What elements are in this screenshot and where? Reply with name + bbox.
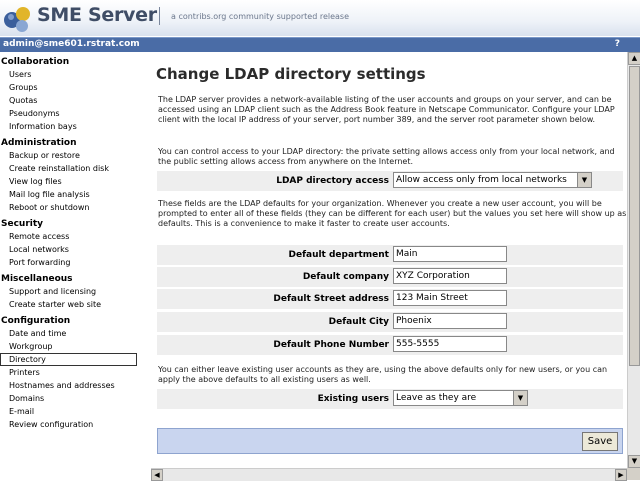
sidebar-item-information-bays[interactable]: Information bays (0, 120, 140, 133)
sidebar-item-view-log-files[interactable]: View log files (0, 175, 140, 188)
city-input[interactable] (393, 313, 507, 329)
sidebar-item-directory[interactable]: Directory (0, 353, 137, 366)
ldap-access-label: LDAP directory access (276, 176, 389, 186)
company-label: Default company (302, 272, 389, 282)
sidebar-item-domains[interactable]: Domains (0, 392, 140, 405)
sidebar-item-date-and-time[interactable]: Date and time (0, 327, 140, 340)
ldap-access-select[interactable]: Allow access only from local networks ▼ (393, 172, 592, 188)
department-row: Default department (157, 245, 623, 265)
sidebar-item-mail-log-file-analysis[interactable]: Mail log file analysis (0, 188, 140, 201)
sidebar-item-workgroup[interactable]: Workgroup (0, 340, 140, 353)
logged-in-user: admin@sme601.rstrat.com (3, 39, 140, 49)
sidebar-item-support-and-licensing[interactable]: Support and licensing (0, 285, 140, 298)
sidebar-section-title: Administration (1, 138, 77, 148)
sidebar-item-create-reinstallation-disk[interactable]: Create reinstallation disk (0, 162, 140, 175)
street-label: Default Street address (273, 294, 389, 304)
sidebar-section: Configuration Date and time Workgroup Direc… (0, 311, 140, 431)
sidebar-item-quotas[interactable]: Quotas (0, 94, 140, 107)
header-tagline: a contribs.org community supported relea… (171, 12, 349, 21)
access-help-text: You can control access to your LDAP dire… (158, 147, 615, 166)
sidebar-section: Security Remote access Local networks Port … (0, 214, 140, 269)
sidebar-item-review-configuration[interactable]: Review configuration (0, 418, 140, 431)
sidebar-item-users[interactable]: Users (0, 68, 140, 81)
page-title: Change LDAP directory settings (156, 65, 426, 83)
department-label: Default department (288, 250, 390, 260)
sidebar-item-remote-access[interactable]: Remote access (0, 230, 140, 243)
scrollbar-corner (627, 468, 640, 480)
header-divider (159, 7, 160, 25)
sidebar-section: Miscellaneous Support and licensing Create… (0, 269, 140, 311)
existing-users-row: Existing users Leave as they are ▼ (157, 389, 623, 409)
sme-logo-icon (4, 7, 30, 32)
scroll-right-icon[interactable]: ▶ (615, 469, 627, 481)
existing-users-label: Existing users (317, 394, 389, 404)
scroll-up-icon[interactable]: ▲ (628, 52, 640, 65)
sidebar-section-title: Configuration (1, 316, 71, 326)
save-button[interactable]: Save (582, 432, 618, 451)
company-input[interactable] (393, 268, 507, 284)
help-link[interactable]: ? (615, 39, 620, 49)
sidebar-item-groups[interactable]: Groups (0, 81, 140, 94)
existing-users-value: Leave as they are (396, 393, 477, 403)
phone-input[interactable] (393, 336, 507, 352)
scroll-down-icon[interactable]: ▼ (628, 455, 640, 468)
ldap-access-row: LDAP directory access Allow access only … (157, 171, 623, 191)
sidebar-section: Administration Backup or restore Create re… (0, 133, 140, 214)
company-row: Default company (157, 267, 623, 287)
phone-row: Default Phone Number (157, 335, 623, 355)
existing-users-select[interactable]: Leave as they are ▼ (393, 390, 528, 406)
department-input[interactable] (393, 246, 507, 262)
existing-users-help-text: You can either leave existing user accou… (158, 365, 608, 384)
sidebar-item-backup-or-restore[interactable]: Backup or restore (0, 149, 140, 162)
sidebar-item-reboot-or-shutdown[interactable]: Reboot or shutdown (0, 201, 140, 214)
navigation-sidebar: Collaboration Users Groups Quotas Pseudonyms… (0, 52, 140, 480)
city-row: Default City (157, 312, 623, 332)
vertical-scroll-thumb[interactable] (629, 66, 640, 366)
sidebar-item-local-networks[interactable]: Local networks (0, 243, 140, 256)
street-input[interactable] (393, 290, 507, 306)
sidebar-section-title: Miscellaneous (1, 274, 73, 284)
intro-text: The LDAP server provides a network-avail… (158, 95, 615, 124)
sidebar-item-port-forwarding[interactable]: Port forwarding (0, 256, 140, 269)
sidebar-section: Collaboration Users Groups Quotas Pseudonyms… (0, 52, 140, 133)
app-header: SME Server a contribs.org community supp… (0, 0, 640, 36)
ldap-access-value: Allow access only from local networks (396, 175, 567, 185)
sidebar-item-create-starter-web-site[interactable]: Create starter web site (0, 298, 140, 311)
scroll-left-icon[interactable]: ◀ (151, 469, 163, 481)
vertical-scrollbar[interactable]: ▲ ▼ (627, 52, 640, 468)
street-row: Default Street address (157, 289, 623, 309)
save-bar: Save (157, 428, 623, 454)
phone-label: Default Phone Number (273, 340, 389, 350)
user-bar: admin@sme601.rstrat.com ? (0, 37, 640, 52)
city-label: Default City (328, 317, 389, 327)
sidebar-item-e-mail[interactable]: E-mail (0, 405, 140, 418)
chevron-down-icon[interactable]: ▼ (513, 391, 527, 405)
sidebar-item-hostnames-and-addresses[interactable]: Hostnames and addresses (0, 379, 140, 392)
horizontal-scrollbar[interactable]: ◀ ▶ (151, 468, 627, 481)
brand-title: SME Server (37, 4, 157, 26)
sidebar-section-title: Security (1, 219, 44, 229)
sidebar-item-printers[interactable]: Printers (0, 366, 140, 379)
defaults-help-text: These fields are the LDAP defaults for y… (158, 199, 626, 228)
chevron-down-icon[interactable]: ▼ (577, 173, 591, 187)
main-content: Change LDAP directory settings The LDAP … (151, 52, 626, 468)
sidebar-section-title: Collaboration (1, 57, 70, 67)
sidebar-item-pseudonyms[interactable]: Pseudonyms (0, 107, 140, 120)
